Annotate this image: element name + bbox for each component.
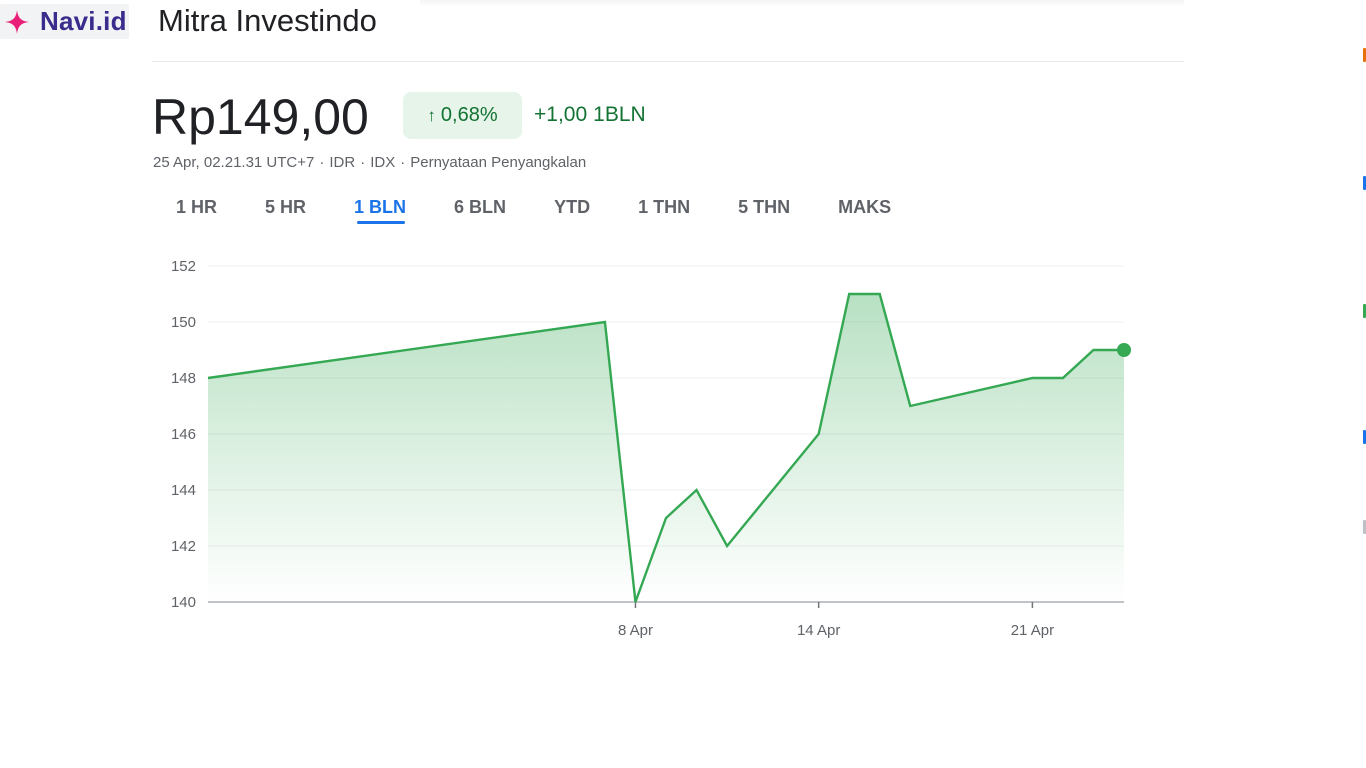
area-fill [208, 294, 1124, 602]
y-tick-label: 150 [171, 314, 196, 331]
x-tick-label: 8 Apr [618, 622, 653, 639]
x-tick-label: 14 Apr [797, 622, 840, 639]
data-point [664, 516, 668, 520]
data-point [878, 292, 882, 296]
data-point [908, 404, 912, 408]
data-point [603, 320, 607, 324]
data-point [1030, 376, 1034, 380]
data-point [1061, 376, 1065, 380]
price-chart[interactable]: 140 142 144 146 148 150 152 8 Apr 14 Apr 21 Apr [0, 0, 1366, 768]
page: Navi.id Mitra Investindo Rp149,00 ↑ 0,68… [0, 0, 1366, 768]
y-tick-label: 144 [171, 482, 196, 499]
y-tick-label: 148 [171, 370, 196, 387]
data-point [206, 376, 210, 380]
y-tick-label: 152 [171, 258, 196, 275]
chart-area [208, 294, 1124, 602]
data-point [725, 544, 729, 548]
data-point [695, 488, 699, 492]
y-tick-label: 140 [171, 594, 196, 611]
data-point [817, 432, 821, 436]
y-tick-label: 146 [171, 426, 196, 443]
current-price-marker [1117, 343, 1131, 357]
data-point [847, 292, 851, 296]
data-point [633, 600, 637, 604]
y-tick-label: 142 [171, 538, 196, 555]
data-point [1091, 348, 1095, 352]
x-tick-label: 21 Apr [1011, 622, 1054, 639]
